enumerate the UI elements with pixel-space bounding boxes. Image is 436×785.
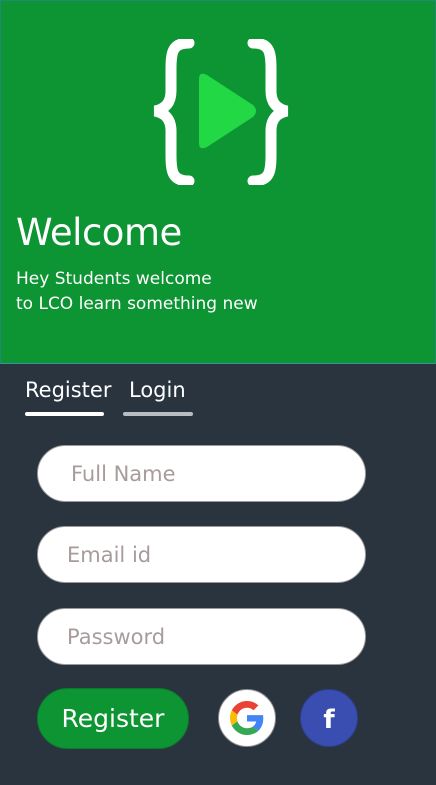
register-button[interactable]: Register <box>37 688 189 749</box>
password-input[interactable] <box>37 608 366 665</box>
welcome-subtitle-line-1: Hey Students welcome <box>16 269 212 289</box>
facebook-sign-in-button[interactable]: f <box>300 689 358 747</box>
tab-login[interactable]: Login <box>129 378 186 402</box>
welcome-header: Welcome Hey Students welcome to LCO lear… <box>0 0 436 364</box>
email-input[interactable] <box>37 526 366 583</box>
welcome-title: Welcome <box>16 211 182 254</box>
register-screen: Welcome Hey Students welcome to LCO lear… <box>0 0 436 785</box>
welcome-subtitle-line-2: to LCO learn something new <box>16 294 258 314</box>
tab-register-underline <box>25 412 104 416</box>
facebook-icon: f <box>323 705 335 735</box>
google-sign-in-button[interactable] <box>218 689 276 747</box>
tab-register[interactable]: Register <box>25 378 111 402</box>
braces-play-icon <box>153 39 289 185</box>
full-name-input[interactable] <box>37 445 366 502</box>
tab-login-underline <box>123 412 193 416</box>
google-icon <box>230 701 264 735</box>
welcome-subtitle: Hey Students welcome to LCO learn someth… <box>16 267 316 317</box>
